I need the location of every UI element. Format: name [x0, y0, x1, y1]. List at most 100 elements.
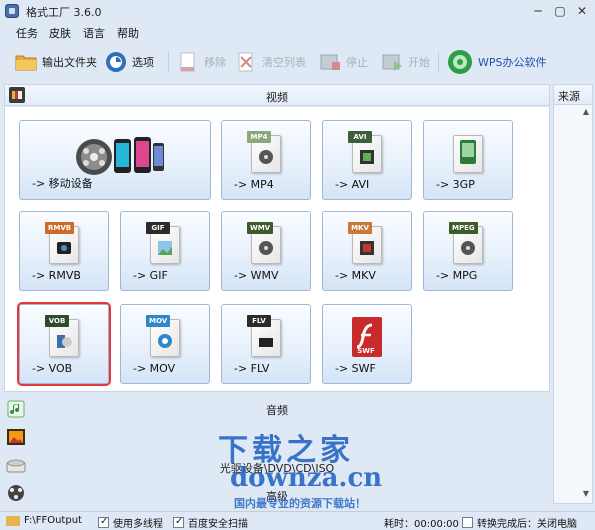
advanced-section-title[interactable]: 高级 [4, 488, 550, 504]
multithread-checkbox[interactable]: 使用多线程 [98, 515, 163, 530]
wps-button[interactable]: WPS办公软件 [446, 48, 547, 76]
audio-section-header[interactable]: 音频 [4, 398, 550, 420]
format-tile-gif[interactable]: GIF -> GIF [120, 211, 210, 291]
video-section-title: 视频 [266, 91, 288, 104]
app-logo-icon [5, 4, 19, 18]
checkbox-icon [462, 517, 473, 528]
mobile-devices-icon [76, 137, 164, 175]
baidu-scan-checkbox[interactable]: 百度安全扫描 [173, 515, 248, 530]
source-panel: 来源 ▲ ▼ [553, 84, 593, 504]
format-tile-3gp[interactable]: -> 3GP [423, 120, 513, 200]
stop-icon [318, 50, 342, 74]
format-tile-mkv[interactable]: MKV -> MKV [322, 211, 412, 291]
clear-list-button[interactable]: 清空列表 [234, 48, 306, 76]
checkbox-icon [173, 516, 184, 528]
file-tag: WMV [247, 222, 274, 234]
folder-icon [14, 50, 38, 74]
vob-file-icon: VOB [45, 315, 81, 357]
format-tile-wmv[interactable]: WMV -> WMV [221, 211, 311, 291]
format-tile-rmvb[interactable]: RMVB -> RMVB [19, 211, 109, 291]
video-section-header[interactable]: 视频 [4, 84, 550, 106]
avi-file-icon: AVI [348, 131, 384, 173]
remove-button[interactable]: 移除 [176, 48, 226, 76]
format-tile-mp4[interactable]: MP4 -> MP4 [221, 120, 311, 200]
scroll-up-icon[interactable]: ▲ [580, 107, 592, 119]
audio-section-title: 音频 [266, 404, 288, 417]
options-button[interactable]: 选项 [104, 48, 154, 76]
after-done-checkbox[interactable]: 转换完成后：关闭电脑 [462, 515, 577, 530]
format-tile-mpg[interactable]: MPEG -> MPG [423, 211, 513, 291]
menu-task[interactable]: 任务 [16, 25, 38, 41]
toolbar: 输出文件夹 选项 移除 清空列表 停止 开始 WPS办公软件 [0, 44, 595, 78]
tile-label: -> FLV [234, 362, 270, 375]
tile-label: -> RMVB [32, 269, 81, 282]
checkbox-icon [98, 516, 109, 528]
file-tag: VOB [45, 315, 69, 327]
mov-file-icon: MOV [146, 315, 182, 357]
output-folder-button[interactable]: 输出文件夹 [14, 48, 97, 76]
source-panel-header: 来源 [554, 85, 592, 105]
wmv-file-icon: WMV [247, 222, 283, 264]
wps-icon [446, 48, 474, 76]
file-tag: MKV [348, 222, 372, 234]
scroll-down-icon[interactable]: ▼ [580, 489, 592, 501]
tile-label: -> MP4 [234, 178, 274, 191]
start-button[interactable]: 开始 [380, 48, 430, 76]
window-title: 格式工厂 3.6.0 [26, 6, 102, 19]
tile-label: -> 3GP [436, 178, 475, 191]
toolbar-divider [438, 52, 439, 72]
tile-label: -> MOV [133, 362, 176, 375]
clear-list-icon [234, 50, 258, 74]
mp4-file-icon: MP4 [247, 131, 283, 173]
format-tile-mov[interactable]: MOV -> MOV [120, 304, 210, 384]
minimize-icon[interactable]: ─ [527, 2, 549, 20]
optical-section-title[interactable]: 光驱设备\DVD\CD\ISO [4, 460, 550, 476]
folder-icon [6, 515, 20, 526]
remove-icon [176, 50, 200, 74]
image-icon[interactable] [6, 428, 26, 446]
file-tag: MOV [146, 315, 171, 327]
gif-file-icon: GIF [146, 222, 182, 264]
menu-help[interactable]: 帮助 [117, 25, 139, 41]
tile-label: -> GIF [133, 269, 168, 282]
elapsed-time: 耗时：00:00:00 [384, 519, 459, 530]
rmvb-file-icon: RMVB [45, 222, 81, 264]
format-tile-vob[interactable]: VOB -> VOB [17, 302, 111, 386]
tile-label: -> AVI [335, 178, 370, 191]
file-tag: AVI [348, 131, 372, 143]
tile-label: -> VOB [32, 362, 73, 375]
swf-file-icon: SWF [350, 315, 384, 357]
start-icon [380, 50, 404, 74]
format-tile-mobile[interactable]: -> 移动设备 [19, 120, 211, 200]
stop-button[interactable]: 停止 [318, 48, 368, 76]
video-format-panel: -> 移动设备 MP4 -> MP4 AVI -> AVI -> 3GP RMV… [4, 107, 550, 392]
file-tag: SWF [357, 347, 375, 355]
file-tag: MPEG [449, 222, 478, 234]
file-tag: MP4 [247, 131, 271, 143]
close-icon[interactable]: ✕ [571, 2, 593, 20]
format-tile-swf[interactable]: SWF -> SWF [322, 304, 412, 384]
file-tag: RMVB [45, 222, 75, 234]
mpg-file-icon: MPEG [449, 222, 485, 264]
tile-label: -> MPG [436, 269, 478, 282]
flv-file-icon: FLV [247, 315, 283, 357]
file-tag: FLV [247, 315, 271, 327]
toolbar-divider [168, 52, 169, 72]
output-path[interactable]: F:\FFOutput [6, 515, 82, 526]
menu-language[interactable]: 语言 [83, 25, 105, 41]
menu-bar: 任务 皮肤 语言 帮助 [0, 22, 595, 42]
options-icon [104, 50, 128, 74]
tile-label: -> WMV [234, 269, 279, 282]
file-tag: GIF [146, 222, 170, 234]
status-bar: F:\FFOutput 使用多线程 百度安全扫描 耗时：00:00:00 转换完… [0, 511, 595, 530]
maximize-icon[interactable]: ▢ [549, 2, 571, 20]
mkv-file-icon: MKV [348, 222, 384, 264]
title-bar: 格式工厂 3.6.0 ─ ▢ ✕ [0, 0, 595, 22]
tile-label: -> MKV [335, 269, 376, 282]
format-tile-avi[interactable]: AVI -> AVI [322, 120, 412, 200]
3gp-file-icon [451, 131, 485, 173]
menu-skin[interactable]: 皮肤 [49, 25, 71, 41]
format-tile-flv[interactable]: FLV -> FLV [221, 304, 311, 384]
tile-label: -> SWF [335, 362, 376, 375]
tile-label: -> 移动设备 [32, 177, 93, 190]
